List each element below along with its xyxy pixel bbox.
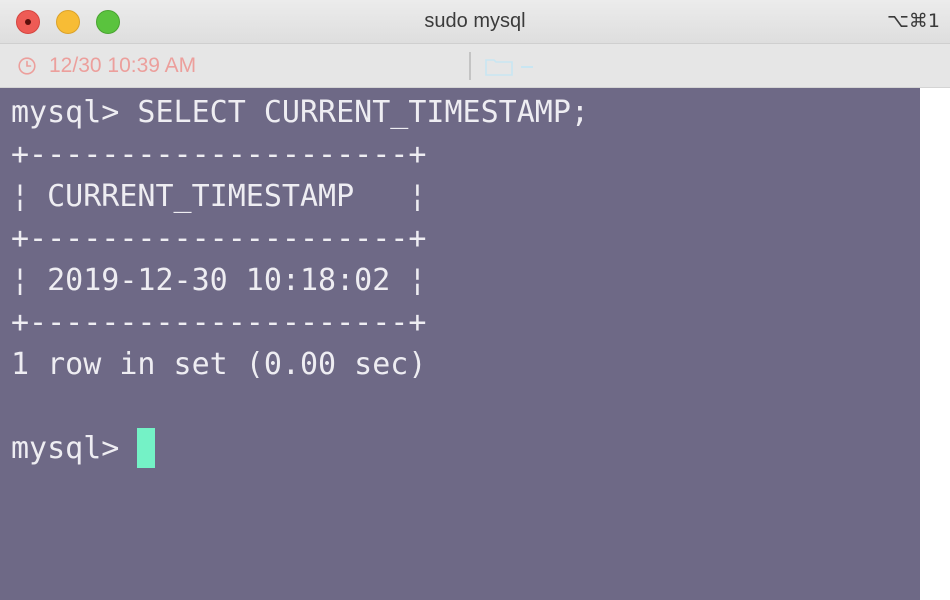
terminal-line: mysql> SELECT CURRENT_TIMESTAMP;: [11, 95, 589, 130]
terminal-line: 1 row in set (0.00 sec): [11, 347, 427, 382]
terminal-line: +---------------------+: [11, 221, 427, 256]
status-divider: [469, 52, 471, 80]
terminal-output[interactable]: mysql> SELECT CURRENT_TIMESTAMP; +------…: [0, 88, 920, 600]
terminal-line: ¦ 2019-12-30 10:18:02 ¦: [11, 263, 427, 298]
directory-placeholder: [521, 66, 533, 68]
terminal-line: ¦ CURRENT_TIMESTAMP ¦: [11, 179, 427, 214]
tab-shortcut-label: ⌥⌘1: [887, 10, 940, 32]
terminal-line: +---------------------+: [11, 305, 427, 340]
terminal-prompt: mysql>: [11, 431, 138, 466]
status-time: 12/30 10:39 AM: [49, 54, 197, 77]
terminal-window: sudo mysql ⌥⌘1 12/30 10:39 AM mysql> SEL…: [0, 0, 950, 600]
folder-icon[interactable]: [485, 58, 513, 76]
terminal-cursor: [137, 427, 156, 468]
title-bar[interactable]: sudo mysql ⌥⌘1: [0, 0, 950, 44]
terminal-prompt-line[interactable]: mysql>: [11, 427, 156, 470]
window-title: sudo mysql: [424, 10, 526, 32]
clock-icon: [18, 57, 36, 75]
status-bar: 12/30 10:39 AM: [0, 44, 950, 88]
scrollbar-gutter[interactable]: [920, 88, 950, 600]
terminal-line: +---------------------+: [11, 137, 427, 172]
